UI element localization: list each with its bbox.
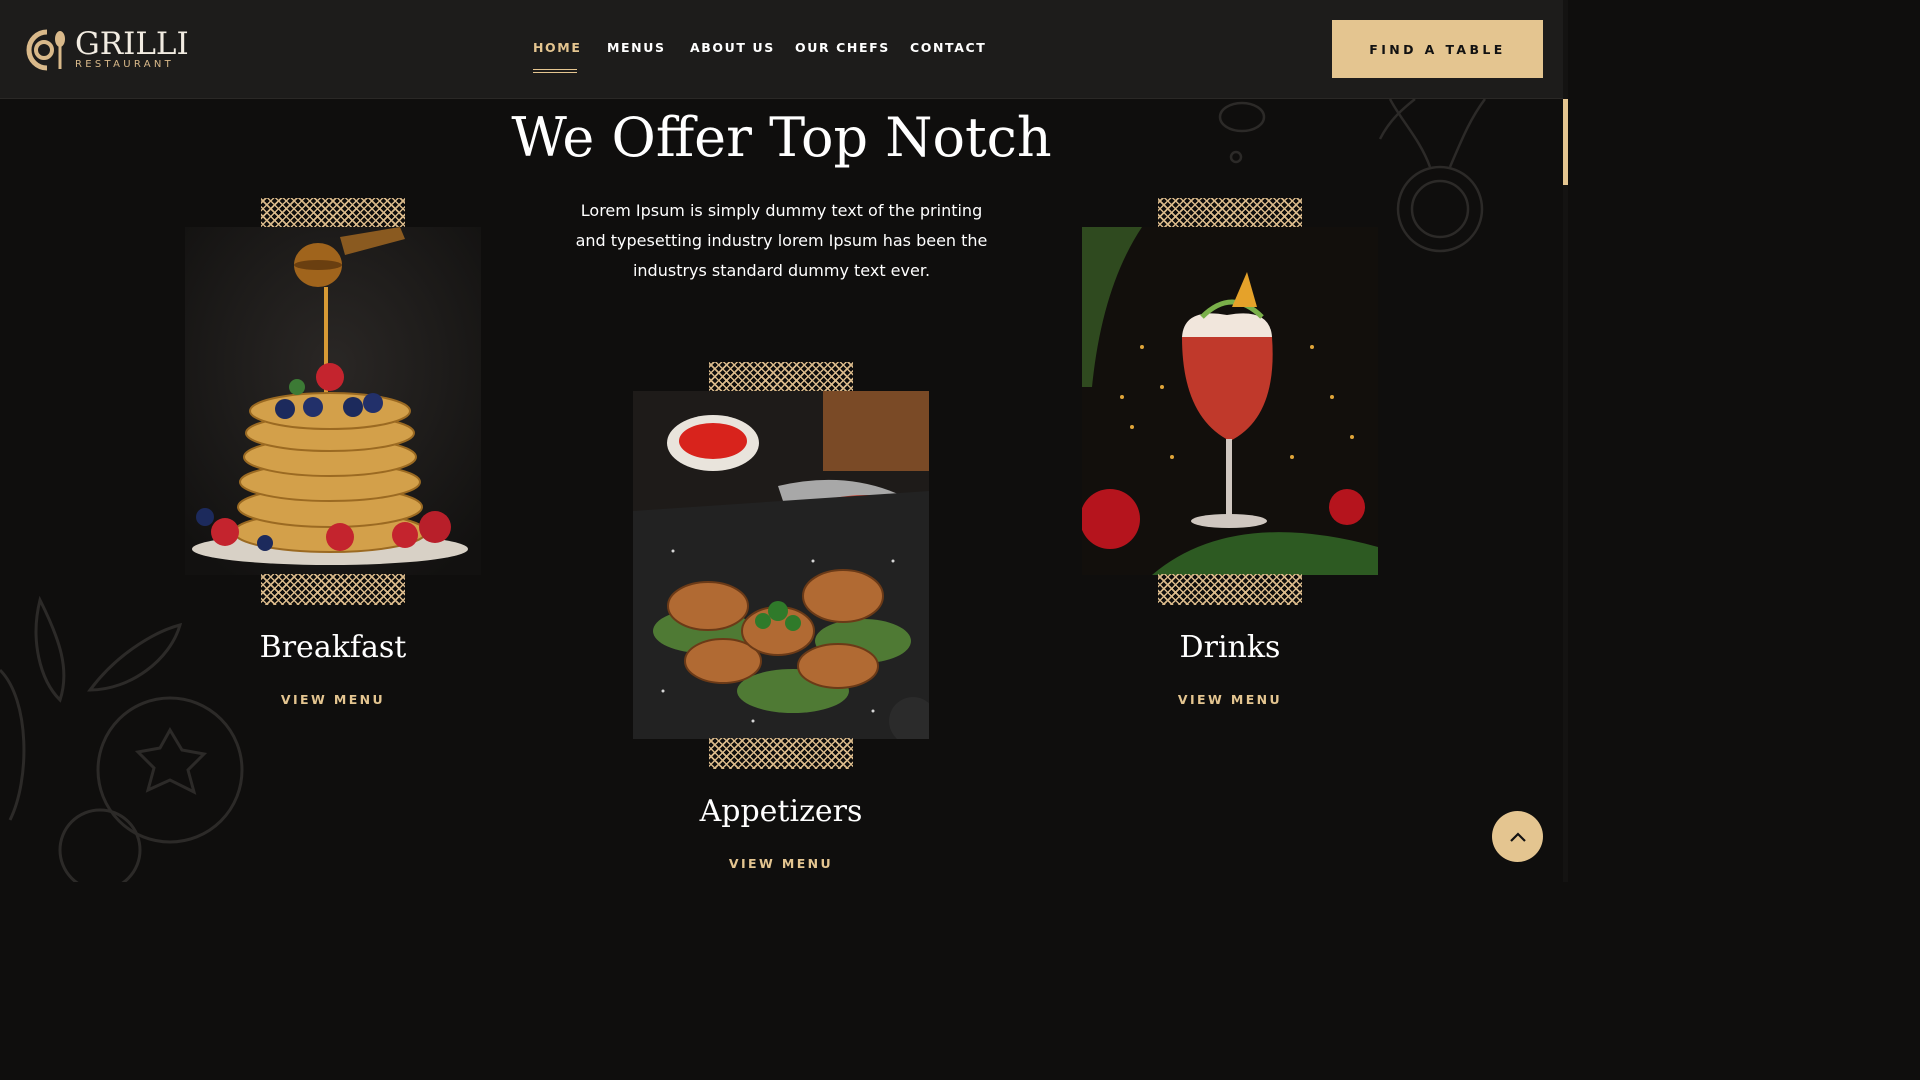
- card-title: Drinks: [1179, 630, 1281, 665]
- nav-item-home[interactable]: HOME: [533, 40, 581, 55]
- card-pattern-top: [1158, 198, 1302, 229]
- card-pattern-bottom: [1158, 574, 1302, 605]
- breakfast-photo[interactable]: [185, 227, 481, 575]
- card-pattern-top: [261, 198, 405, 229]
- fork-plate-logo-icon: [26, 29, 65, 71]
- nav-item-menus[interactable]: MENUS: [607, 40, 666, 55]
- card-pattern-top: [709, 362, 853, 393]
- drinks-photo[interactable]: [1082, 227, 1378, 575]
- card-title: Appetizers: [699, 794, 863, 829]
- nav-item-contact[interactable]: CONTACT: [910, 40, 986, 55]
- page-scrollbar-thumb[interactable]: [1563, 99, 1568, 185]
- view-menu-link[interactable]: VIEW MENU: [1082, 692, 1378, 707]
- card-pattern-bottom: [709, 738, 853, 769]
- brand-name: GRILLI: [75, 26, 189, 62]
- section-lead-text: Lorem Ipsum is simply dummy text of the …: [575, 201, 988, 280]
- view-menu-link[interactable]: VIEW MENU: [633, 856, 929, 871]
- brand-tagline: RESTAURANT: [75, 59, 175, 70]
- back-to-top-button[interactable]: [1492, 811, 1543, 862]
- nav-item-our-chefs[interactable]: OUR CHEFS: [795, 40, 890, 55]
- appetizers-photo[interactable]: [633, 391, 929, 739]
- nav-item-about-us[interactable]: ABOUT US: [690, 40, 775, 55]
- view-menu-link[interactable]: VIEW MENU: [185, 692, 481, 707]
- chevron-up-icon: [1509, 831, 1526, 842]
- nav-active-underline: [533, 69, 577, 73]
- section-title: We Offer Top Notch: [511, 106, 1052, 169]
- brand-logo[interactable]: GRILLI RESTAURANT: [22, 26, 192, 76]
- site-header: GRILLI RESTAURANT HOME MENUS ABOUT US OU…: [0, 0, 1563, 99]
- find-a-table-button[interactable]: FIND A TABLE: [1332, 20, 1543, 78]
- card-pattern-bottom: [261, 574, 405, 605]
- card-title: Breakfast: [259, 630, 407, 665]
- decorative-sketch-bottom-left: [0, 595, 244, 882]
